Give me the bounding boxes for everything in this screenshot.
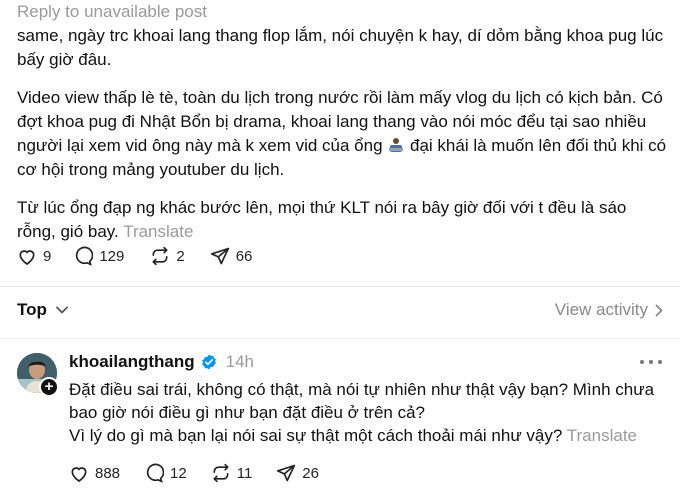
share-button[interactable]: 66 xyxy=(210,246,253,266)
repost-arrows-icon xyxy=(213,463,229,483)
comment-count: 129 xyxy=(99,247,125,265)
chevron-right-icon xyxy=(655,304,663,316)
comment-button[interactable]: 129 xyxy=(73,246,124,266)
reply-like-button[interactable]: 888 xyxy=(69,464,120,483)
follow-button[interactable]: + xyxy=(39,377,59,397)
sort-row: Top View activity xyxy=(17,298,663,322)
more-options-button[interactable] xyxy=(640,352,662,372)
like-button[interactable]: 9 xyxy=(17,247,51,266)
view-activity-label: View activity xyxy=(554,300,648,319)
post-body: same, ngày trc khoai lang thang flop lắm… xyxy=(17,24,667,258)
reply-share-button[interactable]: 26 xyxy=(276,463,319,483)
chevron-down-icon xyxy=(56,306,68,314)
reply-repost-button[interactable]: 11 xyxy=(211,463,253,483)
heart-outline-icon xyxy=(71,466,87,482)
more-dots-icon-dot xyxy=(649,360,653,364)
reply-line-2-text: Vì lý do gì mà bạn lại nói sai sự thật m… xyxy=(69,426,563,445)
speech-bubble-icon xyxy=(76,246,94,266)
reply-repost-count: 11 xyxy=(236,464,253,482)
reply-line-2: Vì lý do gì mà bạn lại nói sai sự thật m… xyxy=(69,424,669,447)
share-count: 66 xyxy=(235,247,253,265)
reply-timestamp: 14h xyxy=(225,352,254,371)
like-count: 9 xyxy=(43,247,52,265)
translate-link[interactable]: Translate xyxy=(123,222,193,241)
reply-username[interactable]: khoailangthang xyxy=(69,352,195,372)
reply-translate-link[interactable]: Translate xyxy=(567,426,637,445)
reply-actions: 888 12 11 26 xyxy=(69,463,319,483)
reply-comment-count: 12 xyxy=(170,464,187,482)
reply-comment-button[interactable]: 12 xyxy=(144,463,187,483)
reply-context[interactable]: Reply to unavailable post xyxy=(17,2,207,22)
reply-body: Đặt điều sai trái, không có thật, mà nói… xyxy=(69,378,669,447)
reply-meta: khoailangthang 14h xyxy=(69,352,254,372)
post-paragraph-2: Video view thấp lè tè, toàn du lịch tron… xyxy=(17,86,667,182)
more-dots-icon-dot xyxy=(658,360,662,364)
reply-share-count: 26 xyxy=(302,464,319,482)
paper-plane-icon xyxy=(210,247,229,265)
reply-line-1: Đặt điều sai trái, không có thật, mà nói… xyxy=(69,380,655,422)
repost-button[interactable]: 2 xyxy=(150,246,185,266)
sort-label: Top xyxy=(17,300,47,319)
plus-icon: + xyxy=(44,378,54,395)
post-paragraph-1: same, ngày trc khoai lang thang flop lắm… xyxy=(17,26,664,69)
reply-like-count: 888 xyxy=(95,464,121,482)
heart-outline-icon xyxy=(19,249,35,265)
post-actions: 9 129 2 66 xyxy=(17,246,252,266)
divider xyxy=(0,338,680,339)
more-dots-icon xyxy=(640,360,644,364)
paper-plane-icon xyxy=(277,464,296,482)
repost-arrows-icon xyxy=(152,246,168,266)
post-paragraph-3-text: Từ lúc ổng đạp ng khác bước lên, mọi thứ… xyxy=(17,198,627,241)
sort-dropdown[interactable]: Top xyxy=(17,300,68,320)
view-activity-link[interactable]: View activity xyxy=(555,300,663,320)
man-with-laptop-emoji xyxy=(389,138,404,152)
repost-count: 2 xyxy=(176,247,185,265)
divider xyxy=(0,286,680,287)
verified-badge-icon xyxy=(201,354,216,370)
speech-bubble-icon xyxy=(146,463,165,483)
post-paragraph-3: Từ lúc ổng đạp ng khác bước lên, mọi thứ… xyxy=(17,196,667,244)
